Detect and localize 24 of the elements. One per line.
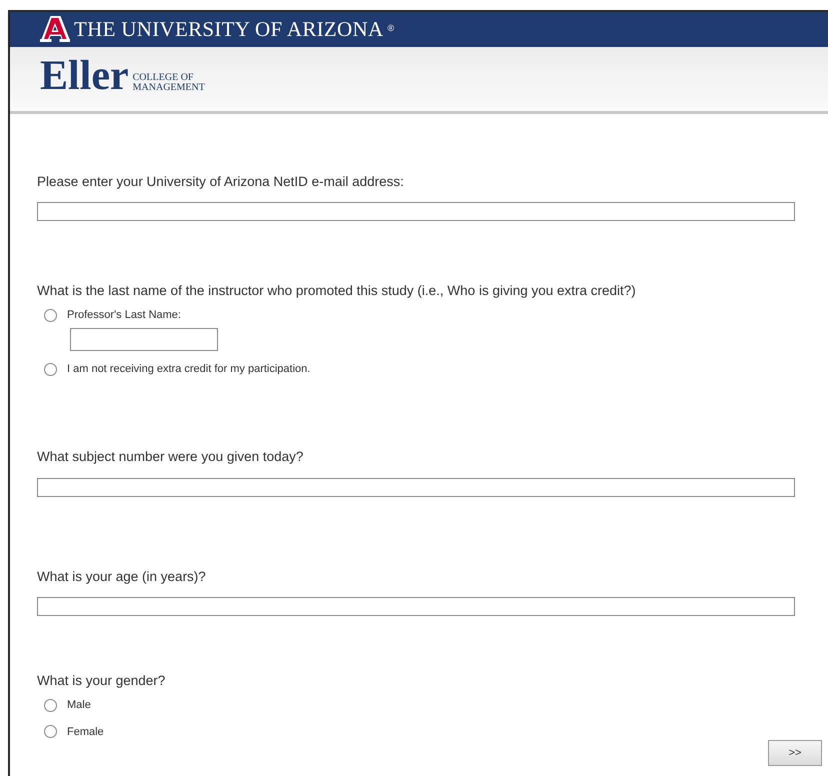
university-name: THE UNIVERSITY OF ARIZONA [74, 16, 384, 43]
radio-button[interactable] [44, 698, 57, 712]
question-text: What is your age (in years)? [37, 568, 207, 586]
question-text: Please enter your University of Arizona NetID e-mail address: [37, 172, 405, 191]
question-text: What is the last name of the instructor who promoted this study (i.e., Who is giving you extra credit?) [37, 282, 637, 300]
block-a-logo-icon [40, 15, 70, 44]
radio-button[interactable] [44, 362, 57, 376]
college-subtitle: MANAGEMENT [132, 82, 205, 93]
answer-field[interactable] [37, 596, 795, 616]
option-label: I am not receiving extra credit for my participation. [67, 362, 310, 377]
question-text: What subject number were you given today? [37, 448, 304, 466]
radio-button[interactable] [44, 725, 57, 738]
last-name-field[interactable] [70, 328, 218, 351]
radio-button[interactable] [44, 309, 57, 322]
registered-mark: ® [387, 22, 394, 36]
answer-field[interactable] [37, 202, 795, 221]
college-subtitle: COLLEGE OF [132, 72, 194, 83]
option-label: Female [67, 724, 104, 740]
option-label: Professor's Last Name: [67, 308, 181, 324]
next-button[interactable]: >> [768, 740, 822, 766]
eller-wordmark: Eller [40, 54, 129, 97]
option-label: Male [67, 698, 91, 713]
question-text: What is your gender? [37, 672, 166, 690]
answer-field[interactable] [37, 478, 795, 496]
